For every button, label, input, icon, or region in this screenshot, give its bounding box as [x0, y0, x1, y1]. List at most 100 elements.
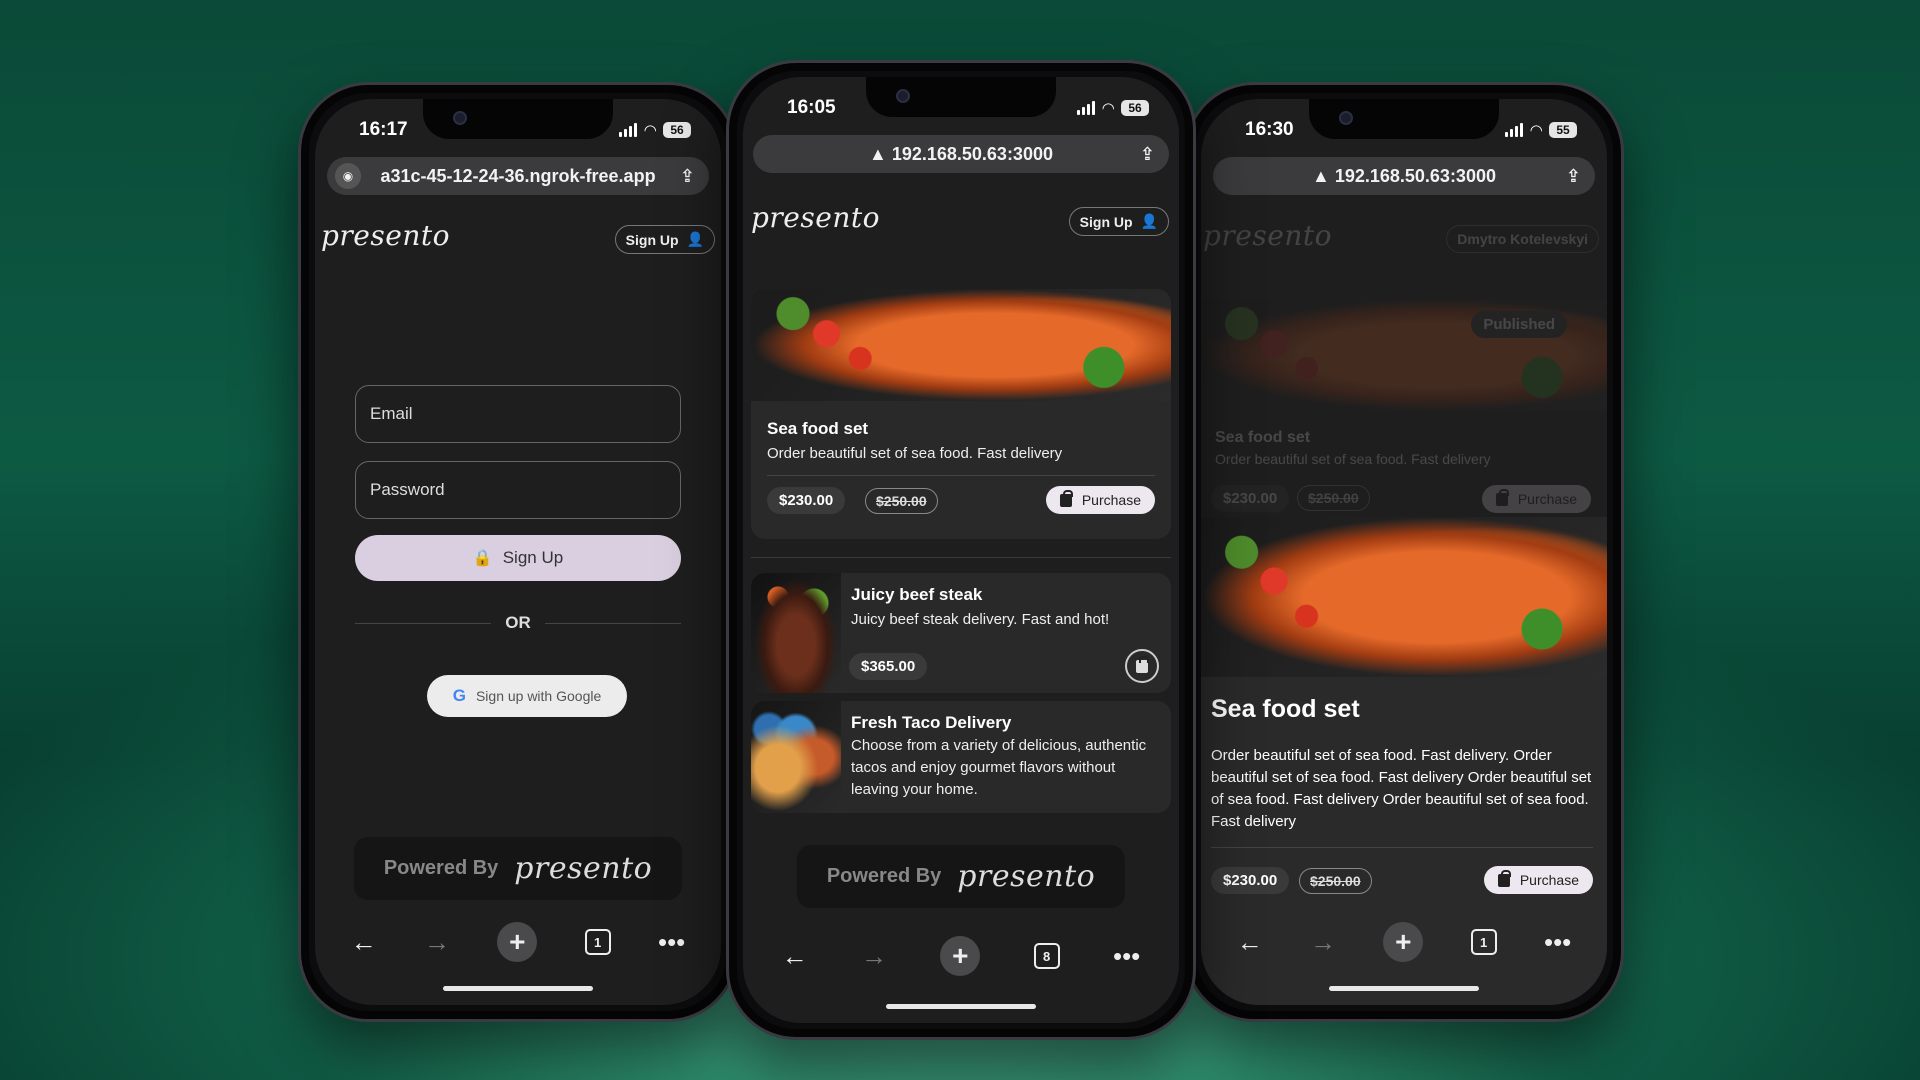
forward-icon[interactable]: →: [424, 927, 450, 958]
screen-left: 16:17 ◠ 56 ◉ a31c-45-12-24-36.ngrok-free…: [315, 99, 721, 1005]
tab-count-icon[interactable]: 1: [1470, 929, 1497, 955]
url-text: ▲ 192.168.50.63:3000: [869, 143, 1053, 164]
status-time: 16:17: [359, 119, 408, 140]
powered-brand: presento: [957, 859, 1096, 894]
signup-top-label: Sign Up: [1079, 213, 1133, 230]
featured-price: $230.00: [767, 487, 846, 514]
status-time: 16:05: [787, 97, 836, 118]
featured-product-title: Sea food set: [767, 419, 869, 438]
screen-right: 16:30 ◠ 55 ▲ 192.168.50.63:3000 ⇪ presen…: [1201, 99, 1607, 1005]
signup-button-label: Sign Up: [502, 548, 564, 567]
brand-logo: presento: [1203, 219, 1332, 252]
product-image: [1201, 517, 1607, 677]
taco-image: [751, 701, 841, 813]
home-indicator[interactable]: [443, 986, 593, 991]
brand-logo[interactable]: presento: [321, 219, 450, 252]
password-placeholder: Password: [370, 480, 445, 499]
background-description: Order beautiful set of sea food. Fast de…: [1215, 451, 1491, 467]
user-menu: Dmytro Kotelevskyi: [1446, 225, 1599, 253]
featured-product-card[interactable]: Sea food set Order beautiful set of sea …: [751, 289, 1171, 539]
lock-icon: 🔒: [472, 550, 493, 567]
featured-purchase-button[interactable]: Purchase: [1045, 486, 1155, 514]
wifi-icon: ◠: [644, 122, 656, 139]
back-icon[interactable]: ←: [782, 941, 808, 972]
new-tab-icon[interactable]: +: [1383, 922, 1424, 962]
email-placeholder: Email: [370, 404, 413, 423]
new-tab-icon[interactable]: +: [497, 922, 538, 962]
item-title: Juicy beef steak: [851, 585, 983, 604]
signup-top-button[interactable]: Sign Up 👤: [614, 225, 715, 254]
back-icon[interactable]: ←: [351, 927, 377, 958]
share-icon[interactable]: ⇪: [1140, 144, 1155, 165]
browser-toolbar: ← → + 8 •••: [743, 933, 1179, 979]
phone-center: 16:05 ◠ 56 ▲ 192.168.50.63:3000 ⇪ presen…: [726, 60, 1196, 1040]
purchase-label: Purchase: [1519, 872, 1579, 888]
signup-top-button[interactable]: Sign Up 👤: [1068, 207, 1169, 236]
email-field[interactable]: Email: [355, 385, 681, 443]
powered-by-badge[interactable]: Powered By presento: [796, 845, 1126, 908]
more-icon[interactable]: •••: [658, 927, 685, 958]
share-icon[interactable]: ⇪: [1566, 166, 1581, 187]
address-bar[interactable]: ◉ a31c-45-12-24-36.ngrok-free.app ⇪: [327, 157, 709, 195]
back-icon[interactable]: ←: [1237, 927, 1263, 958]
google-signup-button[interactable]: G Sign up with Google: [427, 675, 627, 717]
purchase-button[interactable]: Purchase: [1483, 866, 1593, 894]
screen-center: 16:05 ◠ 56 ▲ 192.168.50.63:3000 ⇪ presen…: [743, 77, 1179, 1023]
signal-icon: [1077, 101, 1096, 115]
tab-count-icon[interactable]: 8: [1033, 943, 1060, 969]
home-indicator[interactable]: [886, 1004, 1036, 1009]
section-divider: [751, 557, 1171, 558]
address-bar[interactable]: ▲ 192.168.50.63:3000 ⇪: [753, 135, 1169, 173]
divider: [1211, 847, 1593, 848]
more-icon[interactable]: •••: [1113, 941, 1140, 972]
signal-icon: [619, 123, 638, 137]
cart-icon[interactable]: [1125, 649, 1159, 683]
status-bar: 16:05 ◠ 56: [743, 91, 1179, 125]
url-text: ▲ 192.168.50.63:3000: [1312, 165, 1496, 186]
status-bar: 16:30 ◠ 55: [1201, 113, 1607, 147]
tab-count-icon[interactable]: 1: [584, 929, 611, 955]
background-old-price: $250.00: [1297, 485, 1370, 511]
purchase-label: Purchase: [1081, 492, 1141, 508]
brand-logo[interactable]: presento: [751, 201, 880, 234]
signup-button[interactable]: 🔒 Sign Up: [355, 535, 681, 581]
status-bar: 16:17 ◠ 56: [315, 113, 721, 147]
powered-by-badge[interactable]: Powered By presento: [353, 837, 683, 900]
or-divider: OR: [355, 613, 681, 633]
item-price: $365.00: [849, 653, 928, 680]
home-indicator[interactable]: [1329, 986, 1479, 991]
new-tab-icon[interactable]: +: [940, 936, 981, 976]
product-detail-sheet: Sea food set Order beautiful set of sea …: [1201, 517, 1607, 1005]
status-time: 16:30: [1245, 119, 1294, 140]
user-icon: 👤: [686, 231, 704, 247]
browser-toolbar: ← → + 1 •••: [315, 919, 721, 965]
address-bar[interactable]: ▲ 192.168.50.63:3000 ⇪: [1213, 157, 1595, 195]
password-field[interactable]: Password: [355, 461, 681, 519]
user-icon: 👤: [1140, 213, 1158, 229]
battery-icon: 55: [1549, 122, 1577, 138]
browser-toolbar: ← → + 1 •••: [1201, 919, 1607, 965]
signal-icon: [1505, 123, 1524, 137]
product-old-price: $250.00: [1299, 868, 1372, 894]
bag-icon: [1497, 869, 1511, 887]
item-description: Juicy beef steak delivery. Fast and hot!: [851, 611, 1110, 628]
background-badge: Published: [1471, 311, 1567, 338]
featured-product-image: [751, 289, 1171, 401]
more-icon[interactable]: •••: [1544, 927, 1571, 958]
product-list-item[interactable]: Fresh Taco Delivery Choose from a variet…: [751, 701, 1171, 813]
battery-icon: 56: [1121, 100, 1149, 116]
product-list-item[interactable]: Juicy beef steak Juicy beef steak delive…: [751, 573, 1171, 693]
product-price: $230.00: [1211, 867, 1290, 894]
forward-icon[interactable]: →: [1310, 927, 1336, 958]
forward-icon[interactable]: →: [861, 941, 887, 972]
google-icon: G: [452, 686, 466, 705]
share-icon[interactable]: ⇪: [680, 166, 695, 187]
product-title: Sea food set: [1211, 695, 1360, 723]
featured-product-description: Order beautiful set of sea food. Fast de…: [767, 445, 1063, 462]
background-purchase: Purchase: [1481, 485, 1591, 513]
or-label: OR: [505, 613, 531, 632]
incognito-icon[interactable]: ◉: [335, 163, 361, 189]
background-price: $230.00: [1211, 485, 1290, 512]
battery-icon: 56: [663, 122, 691, 138]
background-title: Sea food set: [1215, 429, 1311, 446]
